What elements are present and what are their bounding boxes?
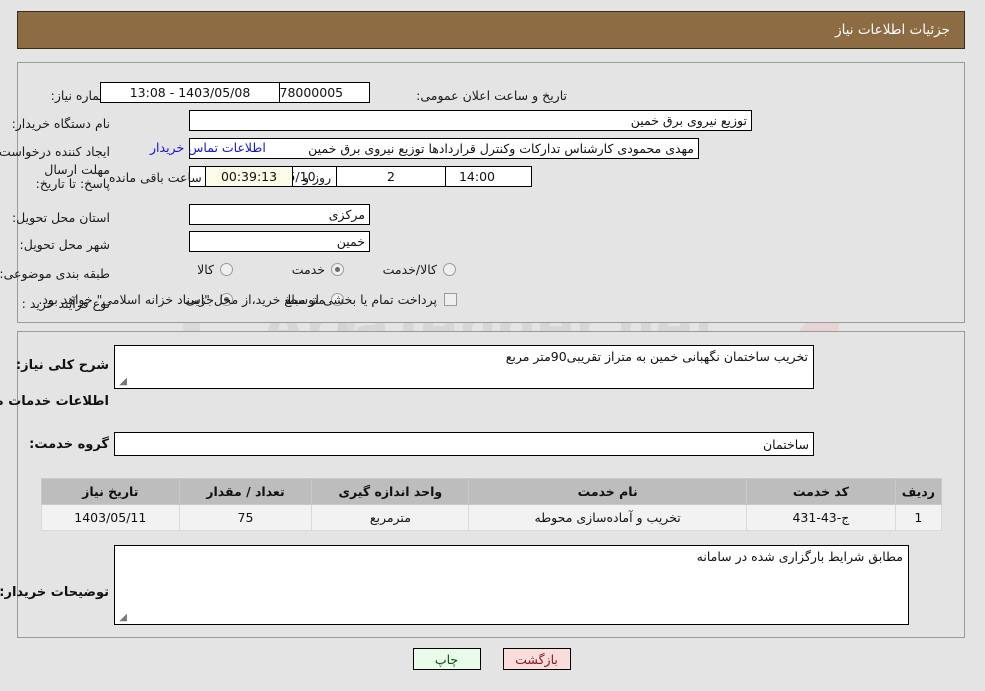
- city-label: شهر محل تحویل:: [20, 236, 111, 252]
- province-field[interactable]: مرکزی: [190, 204, 371, 225]
- category-option-service-label: خدمت: [292, 262, 326, 277]
- province-label: استان محل تحویل:: [12, 209, 111, 225]
- treasury-bonds-checkbox-icon[interactable]: [445, 293, 458, 306]
- category-option-goods-label: کالا: [198, 262, 215, 277]
- announce-datetime-label-row: تاریخ و ساعت اعلان عمومی:: [417, 82, 568, 108]
- buyer-org-label: نام دستگاه خریدار:: [12, 115, 111, 131]
- countdown-suffix-label: ساعت باقی مانده: [110, 170, 203, 185]
- description-value: تخریب ساختمان نگهبانی خمین به متراز تقری…: [506, 349, 809, 364]
- col-row-no: ردیف: [895, 478, 944, 505]
- request-creator-label: ایجاد کننده درخواست:: [0, 143, 111, 159]
- cell-need-date: 1403/05/11: [42, 504, 181, 531]
- radio-goods-service-icon[interactable]: [444, 263, 457, 276]
- days-value: 2: [388, 169, 396, 184]
- days-field[interactable]: 2: [337, 166, 447, 187]
- reply-deadline-label-row: مهلت ارسال پاسخ: تا تاریخ:: [19, 162, 111, 196]
- col-service-name: نام خدمت: [469, 478, 748, 505]
- buyer-notes-label: توضیحات خریدار:: [0, 585, 110, 600]
- countdown-value: 00:39:13: [221, 169, 279, 184]
- table-header-row: ردیف کد خدمت نام خدمت واحد اندازه گیری ت…: [42, 478, 944, 505]
- cell-service-code: ج-43-431: [747, 504, 897, 531]
- request-creator-value: مهدی محمودی کارشناس تدارکات وکنترل قرارد…: [309, 141, 695, 156]
- services-table: ردیف کد خدمت نام خدمت واحد اندازه گیری ت…: [42, 478, 944, 531]
- table-row[interactable]: 1 ج-43-431 تخریب و آماده‌سازی محوطه مترم…: [42, 504, 944, 531]
- col-service-code: کد خدمت: [747, 478, 897, 505]
- print-button[interactable]: چاپ: [413, 648, 482, 670]
- resize-grip-icon-notes[interactable]: ◢: [118, 613, 128, 623]
- resize-grip-icon[interactable]: ◢: [118, 377, 128, 387]
- treasury-bonds-checkbox-label: پرداخت تمام یا بخشی از مبلغ خرید،از محل …: [39, 292, 438, 307]
- service-group-value: ساختمان: [764, 436, 810, 452]
- announce-datetime-value: 1403/05/08 - 13:08: [130, 85, 252, 100]
- province-value: مرکزی: [329, 207, 366, 222]
- buyer-notes-value: مطابق شرایط بارگزاری شده در سامانه: [697, 549, 904, 564]
- buyer-org-field[interactable]: توزیع نیروی برق خمین: [190, 110, 753, 131]
- page-header: جزئیات اطلاعات نیاز: [18, 11, 966, 49]
- countdown-field: 00:39:13: [206, 166, 294, 187]
- back-button[interactable]: بازگشت: [503, 648, 572, 670]
- time-value: 14:00: [459, 169, 497, 184]
- buyer-notes-textarea[interactable]: مطابق شرایط بارگزاری شده در سامانه ◢: [115, 545, 910, 625]
- description-textarea[interactable]: تخریب ساختمان نگهبانی خمین به متراز تقری…: [115, 345, 815, 389]
- category-option-goods-service-label: کالا/خدمت: [383, 262, 438, 277]
- buyer-contact-link[interactable]: اطلاعات تماس خریدار: [151, 140, 267, 155]
- buyer-org-label-row: نام دستگاه خریدار:: [13, 110, 111, 136]
- services-section-title: اطلاعات خدمات مورد نیاز: [0, 394, 110, 409]
- days-suffix-label: روز و: [304, 170, 333, 185]
- footer-button-bar: بازگشت چاپ: [0, 648, 985, 670]
- cell-service-name: تخریب و آماده‌سازی محوطه: [469, 504, 748, 531]
- category-label: طبقه بندی موضوعی:: [0, 265, 111, 281]
- province-label-row: استان محل تحویل:: [13, 204, 111, 230]
- city-label-row: شهر محل تحویل:: [21, 231, 111, 257]
- category-label-row: طبقه بندی موضوعی:: [0, 260, 111, 286]
- treasury-bonds-checkbox-row[interactable]: پرداخت تمام یا بخشی از مبلغ خرید،از محل …: [39, 292, 458, 307]
- col-need-date: تاریخ نیاز: [42, 478, 181, 505]
- service-group-field[interactable]: ساختمان: [115, 432, 815, 456]
- city-value: خمین: [337, 234, 366, 249]
- cell-unit: مترمربع: [312, 504, 471, 531]
- cell-quantity: 75: [179, 504, 314, 531]
- category-option-service[interactable]: خدمت: [293, 262, 345, 277]
- request-creator-label-row: ایجاد کننده درخواست:: [0, 138, 111, 164]
- category-option-goods-service[interactable]: کالا/خدمت: [384, 262, 457, 277]
- category-option-goods[interactable]: کالا: [198, 262, 234, 277]
- col-quantity: تعداد / مقدار: [179, 478, 314, 505]
- announce-datetime-field[interactable]: 1403/05/08 - 13:08: [101, 82, 281, 103]
- service-group-label: گروه خدمت:: [30, 437, 110, 452]
- tender-details-page: AriaTender.net جزئیات اطلاعات نیاز شماره…: [0, 0, 985, 691]
- buyer-org-value: توزیع نیروی برق خمین: [631, 113, 748, 128]
- announce-datetime-label: تاریخ و ساعت اعلان عمومی:: [417, 87, 568, 103]
- radio-service-icon[interactable]: [332, 263, 345, 276]
- description-label: شرح کلی نیاز:: [16, 358, 110, 373]
- city-field[interactable]: خمین: [190, 231, 371, 252]
- reply-deadline-label: مهلت ارسال پاسخ: تا تاریخ:: [36, 162, 111, 191]
- page-title: جزئیات اطلاعات نیاز: [836, 22, 951, 38]
- cell-row-no: 1: [895, 504, 944, 531]
- col-unit: واحد اندازه گیری: [312, 478, 471, 505]
- radio-goods-icon[interactable]: [221, 263, 234, 276]
